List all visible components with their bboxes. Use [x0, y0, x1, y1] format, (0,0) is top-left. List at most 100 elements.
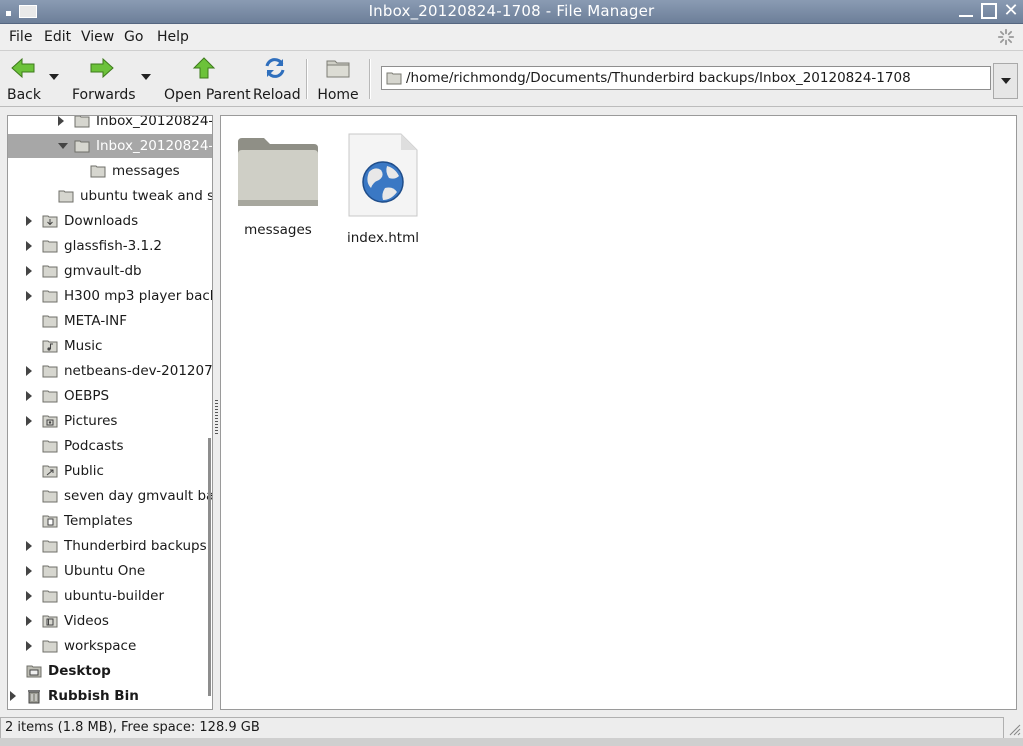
- location-history-dropdown[interactable]: [993, 63, 1018, 99]
- folder-icon: [42, 365, 58, 378]
- tree-item[interactable]: workspace: [8, 634, 212, 658]
- close-button[interactable]: ✕: [1003, 2, 1019, 20]
- back-button[interactable]: Back: [7, 55, 41, 103]
- tree-item[interactable]: netbeans-dev-2012070: [8, 359, 212, 383]
- folder-icon: [42, 540, 58, 553]
- tree-item[interactable]: Downloads: [8, 209, 212, 233]
- folder-icon: [42, 265, 58, 278]
- tree-item[interactable]: Templates: [8, 509, 212, 533]
- expand-triangle-icon[interactable]: [26, 391, 32, 401]
- folder-icon: [42, 290, 58, 303]
- expand-triangle-icon[interactable]: [26, 591, 32, 601]
- location-bar[interactable]: /home/richmondg/Documents/Thunderbird ba…: [381, 66, 991, 90]
- tree-item[interactable]: Thunderbird backups: [8, 534, 212, 558]
- forwards-button[interactable]: Forwards: [72, 55, 136, 103]
- tree-item[interactable]: META-INF: [8, 309, 212, 333]
- folder-icon: [42, 490, 58, 503]
- tree-item-label: Pictures: [64, 413, 118, 429]
- menu-go[interactable]: Go: [124, 29, 143, 45]
- up-arrow-icon: [192, 57, 216, 79]
- toolbar-separator: [306, 59, 308, 99]
- file-item-messages[interactable]: messages: [235, 132, 321, 238]
- tree-item[interactable]: ubuntu-builder: [8, 584, 212, 608]
- back-arrow-icon: [11, 57, 35, 79]
- tree-item[interactable]: Music: [8, 334, 212, 358]
- minimize-button[interactable]: [959, 3, 975, 19]
- open-parent-button[interactable]: Open Parent: [164, 55, 251, 103]
- tree-item[interactable]: Ubuntu One: [8, 559, 212, 583]
- back-history-dropdown[interactable]: [49, 74, 59, 80]
- tree-item[interactable]: messages: [8, 159, 212, 183]
- tree-item[interactable]: OEBPS: [8, 384, 212, 408]
- expand-triangle-icon[interactable]: [10, 691, 16, 701]
- home-folder-icon: [326, 60, 350, 78]
- expand-triangle-icon[interactable]: [26, 541, 32, 551]
- menu-edit[interactable]: Edit: [44, 29, 71, 45]
- menu-help[interactable]: Help: [157, 29, 189, 45]
- expand-triangle-icon[interactable]: [26, 241, 32, 251]
- tree-item[interactable]: ubuntu tweak and sc: [8, 184, 212, 208]
- tree-item-label: Inbox_20120824-1: [96, 138, 213, 154]
- forwards-label: Forwards: [72, 87, 136, 103]
- tree-item[interactable]: Desktop: [8, 659, 212, 683]
- menu-view[interactable]: View: [81, 29, 114, 45]
- pane-splitter-handle[interactable]: [215, 400, 218, 434]
- tree-item[interactable]: Inbox_20120824-1: [8, 134, 212, 158]
- reload-label: Reload: [253, 87, 301, 103]
- folder-icon: [238, 138, 318, 206]
- expand-triangle-icon[interactable]: [26, 641, 32, 651]
- title-bar: Inbox_20120824-1708 - File Manager ✕: [0, 0, 1023, 24]
- downloads-folder-icon: [42, 215, 58, 228]
- tree-item-label: Desktop: [48, 663, 111, 679]
- tree-item-label: OEBPS: [64, 388, 110, 404]
- expand-triangle-icon[interactable]: [26, 416, 32, 426]
- expand-triangle-icon[interactable]: [26, 566, 32, 576]
- open-parent-label: Open Parent: [164, 87, 251, 103]
- folder-icon: [74, 140, 90, 153]
- tree-item[interactable]: Pictures: [8, 409, 212, 433]
- tree-item[interactable]: Videos: [8, 609, 212, 633]
- folder-icon: [42, 240, 58, 253]
- expand-triangle-icon[interactable]: [26, 366, 32, 376]
- location-path[interactable]: /home/richmondg/Documents/Thunderbird ba…: [406, 70, 911, 86]
- collapse-triangle-icon[interactable]: [58, 143, 68, 149]
- expand-triangle-icon[interactable]: [58, 116, 64, 126]
- folder-icon: [58, 190, 74, 203]
- status-text: 2 items (1.8 MB), Free space: 128.9 GB: [0, 717, 1004, 739]
- file-view[interactable]: messages index.html: [220, 115, 1017, 710]
- tree-item[interactable]: seven day gmvault bac: [8, 484, 212, 508]
- tree-item-label: ubuntu tweak and sc: [80, 188, 213, 204]
- tree-item-label: Videos: [64, 613, 109, 629]
- window-title: Inbox_20120824-1708 - File Manager: [368, 2, 655, 20]
- tree-item-label: gmvault-db: [64, 263, 142, 279]
- tree-item-label: Thunderbird backups: [64, 538, 207, 554]
- tree-item[interactable]: H300 mp3 player backu: [8, 284, 212, 308]
- directory-tree[interactable]: Inbox_20120824-1 Inbox_20120824-1 messages…: [7, 115, 213, 710]
- tree-item[interactable]: Public: [8, 459, 212, 483]
- public-folder-icon: [42, 465, 58, 478]
- forwards-history-dropdown[interactable]: [141, 74, 151, 80]
- home-button[interactable]: Home: [317, 55, 359, 103]
- reload-button[interactable]: Reload: [253, 55, 301, 103]
- tree-item[interactable]: Inbox_20120824-1: [8, 116, 212, 133]
- tree-item-label: Downloads: [64, 213, 139, 229]
- menu-file[interactable]: File: [9, 29, 32, 45]
- resize-grip-icon[interactable]: [1007, 722, 1021, 736]
- tree-item[interactable]: gmvault-db: [8, 259, 212, 283]
- tree-item-label: workspace: [64, 638, 137, 654]
- tree-scrollbar[interactable]: [208, 438, 211, 696]
- rubbish-bin-icon: [28, 690, 40, 704]
- tree-item-label: Rubbish Bin: [48, 688, 139, 704]
- expand-triangle-icon[interactable]: [26, 291, 32, 301]
- tree-item[interactable]: glassfish-3.1.2: [8, 234, 212, 258]
- music-folder-icon: [42, 340, 58, 353]
- tree-item[interactable]: Rubbish Bin: [8, 684, 212, 708]
- file-item-index-html[interactable]: index.html: [341, 132, 425, 246]
- expand-triangle-icon[interactable]: [26, 616, 32, 626]
- tree-item[interactable]: Podcasts: [8, 434, 212, 458]
- folder-icon: [386, 72, 402, 85]
- expand-triangle-icon[interactable]: [26, 266, 32, 276]
- expand-triangle-icon[interactable]: [26, 216, 32, 226]
- maximize-button[interactable]: [981, 3, 997, 19]
- tree-item-label: META-INF: [64, 313, 128, 329]
